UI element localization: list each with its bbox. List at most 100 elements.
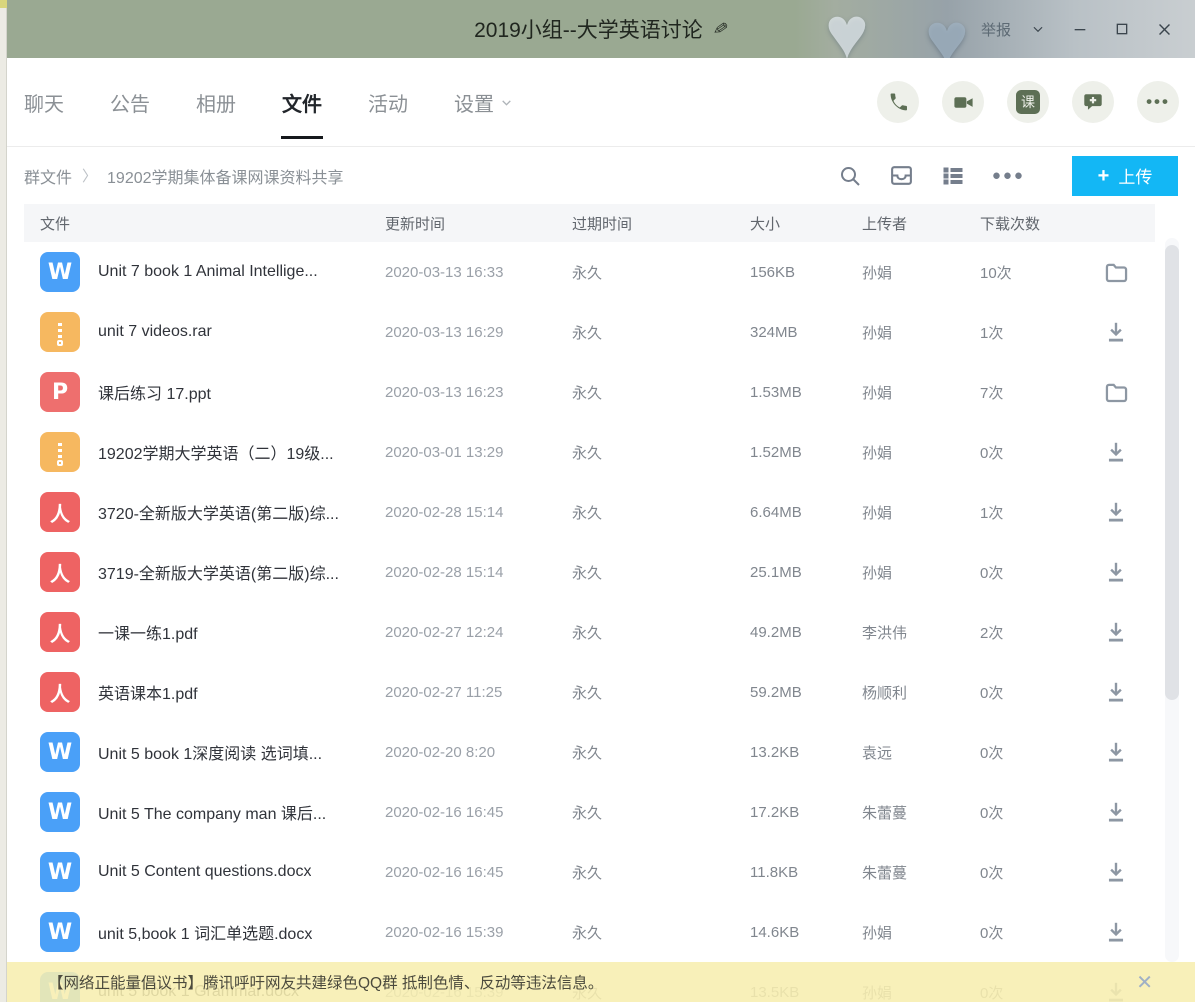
file-size: 1.53MB <box>750 384 862 401</box>
window-controls: 举报 <box>981 0 1181 58</box>
banner-close-icon[interactable]: ✕ <box>1136 970 1153 995</box>
table-row[interactable]: WUnit 5 Content questions.docx2020-02-16… <box>24 842 1155 902</box>
table-row[interactable]: 人一课一练1.pdf2020-02-27 12:24永久49.2MB李洪伟2次 <box>24 602 1155 662</box>
file-name[interactable]: 课后练习 17.ppt <box>98 380 211 404</box>
tab-announcements[interactable]: 公告 <box>110 88 150 117</box>
group-post-button[interactable] <box>1072 81 1114 123</box>
download-icon[interactable] <box>1086 919 1146 945</box>
video-call-button[interactable] <box>942 81 984 123</box>
file-cell: Wunit 5,book 1 词汇单选题.docx <box>40 912 385 952</box>
voice-call-button[interactable] <box>877 81 919 123</box>
download-icon[interactable] <box>1086 739 1146 765</box>
inbox-icon[interactable] <box>889 163 914 188</box>
scrollbar-thumb[interactable] <box>1165 245 1179 700</box>
updated-time: 2020-03-13 16:23 <box>385 384 572 401</box>
table-row[interactable]: 人3720-全新版大学英语(第二版)综...2020-02-28 15:14永久… <box>24 482 1155 542</box>
edit-title-icon[interactable]: ✎ <box>711 17 730 40</box>
file-name[interactable]: Unit 5 Content questions.docx <box>98 863 311 881</box>
table-row[interactable]: WUnit 5 The company man 课后...2020-02-16 … <box>24 782 1155 842</box>
file-name[interactable]: Unit 7 book 1 Animal Intellige... <box>98 263 318 281</box>
updated-time: 2020-02-16 16:45 <box>385 804 572 821</box>
updated-time: 2020-02-27 11:25 <box>385 684 572 701</box>
column-header: 文件 <box>40 213 385 234</box>
upload-label: 上传 <box>1118 163 1152 188</box>
tab-label: 聊天 <box>24 88 64 117</box>
file-name[interactable]: Unit 5 book 1深度阅读 选词填... <box>98 740 322 764</box>
report-chevron-icon[interactable] <box>1021 14 1055 44</box>
download-count: 0次 <box>980 562 1086 583</box>
tab-settings[interactable]: 设置 <box>454 88 513 117</box>
download-icon[interactable] <box>1086 799 1146 825</box>
open-folder-icon[interactable] <box>1086 379 1146 406</box>
file-table: W Unit 7 book 1 Animal Intellige... 2020-0… <box>24 242 1155 1002</box>
file-cell: P课后练习 17.ppt <box>40 372 385 412</box>
tab-album[interactable]: 相册 <box>196 88 236 117</box>
table-row[interactable]: WUnit 7 book 1 Animal Intellige...2020-0… <box>24 242 1155 302</box>
uploader-name: 孙娟 <box>862 922 980 943</box>
updated-time: 2020-03-13 16:29 <box>385 324 572 341</box>
file-name[interactable]: 19202学期大学英语（二）19级... <box>98 440 334 464</box>
download-icon[interactable] <box>1086 559 1146 585</box>
file-cell: WUnit 5 Content questions.docx <box>40 852 385 892</box>
chevron-down-icon <box>500 96 513 109</box>
file-name[interactable]: unit 5,book 1 词汇单选题.docx <box>98 920 312 944</box>
close-button[interactable] <box>1147 14 1181 44</box>
expire-time: 永久 <box>572 682 750 703</box>
uploader-name: 孙娟 <box>862 562 980 583</box>
table-row[interactable]: unit 7 videos.rar2020-03-13 16:29永久324MB… <box>24 302 1155 362</box>
more-button[interactable]: ••• <box>1137 81 1179 123</box>
upload-button[interactable]: + 上传 <box>1072 156 1178 196</box>
table-row[interactable]: Wunit 5,book 1 词汇单选题.docx2020-02-16 15:3… <box>24 902 1155 962</box>
download-icon[interactable] <box>1086 859 1146 885</box>
list-view-icon[interactable] <box>941 164 965 188</box>
download-icon[interactable] <box>1086 439 1146 465</box>
tab-chat[interactable]: 聊天 <box>24 88 64 117</box>
file-name[interactable]: 3719-全新版大学英语(第二版)综... <box>98 560 339 584</box>
expire-time: 永久 <box>572 562 750 583</box>
download-count: 10次 <box>980 262 1086 283</box>
notice-banner: 【网络正能量倡议书】腾讯呼吁网友共建绿色QQ群 抵制色情、反动等违法信息。 ✕ <box>7 962 1195 1002</box>
maximize-button[interactable] <box>1105 14 1139 44</box>
file-name[interactable]: Unit 5 The company man 课后... <box>98 800 326 824</box>
more-tools-icon[interactable]: ●●● <box>992 167 1025 184</box>
download-icon[interactable] <box>1086 679 1146 705</box>
file-tools: ●●● + 上传 <box>838 156 1178 196</box>
breadcrumb-root[interactable]: 群文件 <box>24 164 72 188</box>
table-row[interactable]: 19202学期大学英语（二）19级...2020-03-01 13:29永久1.… <box>24 422 1155 482</box>
table-row[interactable]: 人英语课本1.pdf2020-02-27 11:25永久59.2MB杨顺利0次 <box>24 662 1155 722</box>
search-icon[interactable] <box>838 164 862 188</box>
uploader-name: 朱蕾蔓 <box>862 862 980 883</box>
scrollbar-track[interactable] <box>1165 238 1179 962</box>
file-name[interactable]: unit 7 videos.rar <box>98 323 212 341</box>
updated-time: 2020-03-01 13:29 <box>385 444 572 461</box>
tab-activities[interactable]: 活动 <box>368 88 408 117</box>
file-name[interactable]: 英语课本1.pdf <box>98 680 198 704</box>
class-button[interactable]: 课 <box>1007 81 1049 123</box>
download-icon[interactable] <box>1086 499 1146 525</box>
file-cell: WUnit 5 The company man 课后... <box>40 792 385 832</box>
column-header: 下载次数 <box>980 213 1086 234</box>
tab-files[interactable]: 文件 <box>282 88 322 117</box>
tabs: 聊天 公告 相册 文件 活动 设置 <box>24 88 513 117</box>
updated-time: 2020-02-16 15:39 <box>385 924 572 941</box>
file-cell: 人一课一练1.pdf <box>40 612 385 652</box>
file-size: 156KB <box>750 264 862 281</box>
qq-group-window: ♥ ♥ 2019小组--大学英语讨论 ✎ 举报 聊天公告相册文件活动设置 课••… <box>7 0 1195 1002</box>
table-row[interactable]: WUnit 5 book 1深度阅读 选词填...2020-02-20 8:20… <box>24 722 1155 782</box>
table-row[interactable]: 人3719-全新版大学英语(第二版)综...2020-02-28 15:14永久… <box>24 542 1155 602</box>
file-cell: W Unit 7 book 1 Animal Intellige... <box>40 252 385 292</box>
word-file-icon: W <box>40 252 80 292</box>
file-toolbar: 群文件 〉 19202学期集体备课网课资料共享 ●●● + 上传 <box>7 147 1195 204</box>
file-name[interactable]: 3720-全新版大学英语(第二版)综... <box>98 500 339 524</box>
background-window-edge-left <box>0 8 7 1002</box>
download-icon[interactable] <box>1086 619 1146 645</box>
expire-time: 永久 <box>572 442 750 463</box>
table-row[interactable]: P课后练习 17.ppt2020-03-13 16:23永久1.53MB孙娟7次 <box>24 362 1155 422</box>
report-link[interactable]: 举报 <box>981 19 1011 40</box>
file-name[interactable]: 一课一练1.pdf <box>98 620 198 644</box>
open-folder-icon[interactable] <box>1086 259 1146 286</box>
download-count: 0次 <box>980 862 1086 883</box>
minimize-button[interactable] <box>1063 14 1097 44</box>
download-count: 0次 <box>980 682 1086 703</box>
download-icon[interactable] <box>1086 319 1146 345</box>
